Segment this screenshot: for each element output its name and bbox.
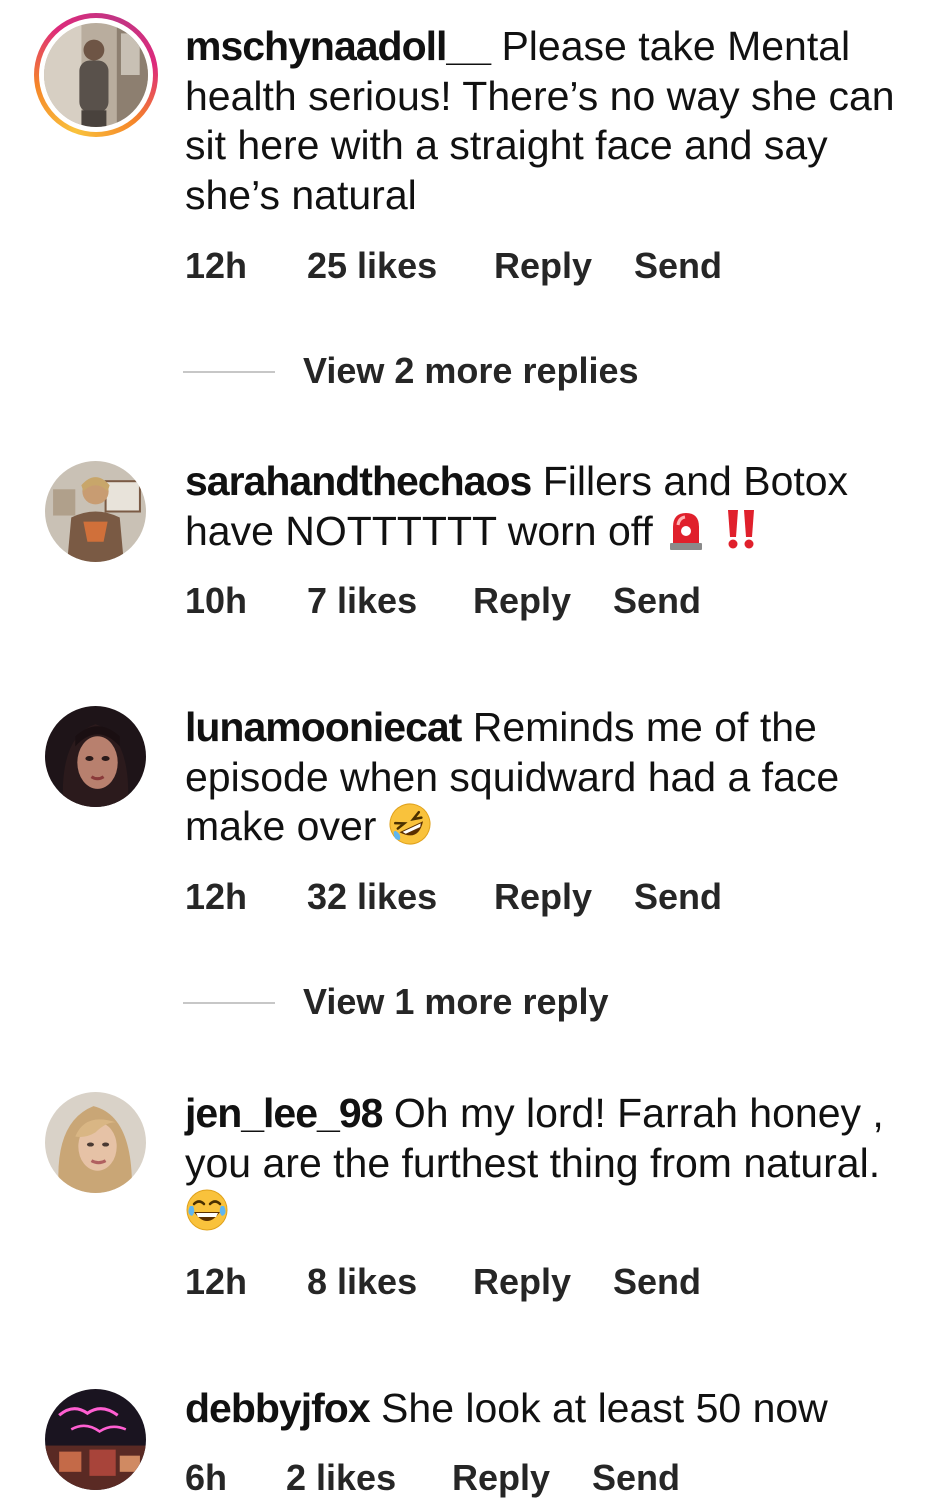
send-button[interactable]: Send [592, 1457, 680, 1499]
comment-username[interactable]: debbyjfox [185, 1385, 371, 1431]
likes-count[interactable]: 7 likes [307, 580, 417, 622]
view-replies-divider [183, 371, 275, 373]
avatar[interactable] [34, 13, 158, 137]
comment-username[interactable]: jen_lee_98 [185, 1090, 383, 1136]
comment-time: 12h [185, 1261, 248, 1302]
avatar-photo-image [45, 1092, 146, 1193]
reply-button[interactable]: Reply [473, 580, 571, 622]
comment-time: 12h [185, 245, 248, 286]
avatar-photo-image [45, 1389, 146, 1490]
likes-count[interactable]: 2 likes [286, 1457, 396, 1499]
comment-text: lunamooniecat Reminds me of the episode … [185, 703, 930, 852]
comment-text: debbyjfox She look at least 50 now [185, 1384, 930, 1434]
view-replies-divider [183, 1002, 275, 1004]
send-button[interactable]: Send [634, 876, 722, 918]
view-replies-label[interactable]: View 2 more replies [303, 350, 639, 392]
comment-time: 10h [185, 580, 248, 621]
comment-username[interactable]: mschynaadoll__ [185, 23, 491, 69]
comment-time: 6h [185, 1457, 228, 1498]
send-button[interactable]: Send [613, 580, 701, 622]
avatar-photo-image [45, 461, 146, 562]
reply-button[interactable]: Reply [473, 1261, 571, 1303]
comment-time: 12h [185, 876, 248, 917]
reply-button[interactable]: Reply [452, 1457, 550, 1499]
likes-count[interactable]: 8 likes [307, 1261, 417, 1303]
comment-text: mschynaadoll__ Please take Mental health… [185, 22, 930, 220]
avatar[interactable] [45, 461, 146, 562]
rolling-laughing-emoji [388, 802, 432, 846]
comment-text: jen_lee_98 Oh my lord! Farrah honey , yo… [185, 1089, 930, 1240]
double-exclamation-emoji [720, 507, 764, 551]
avatar-photo [44, 23, 148, 127]
comment-body: She look at least 50 now [381, 1385, 828, 1431]
reply-button[interactable]: Reply [494, 876, 592, 918]
siren-emoji [664, 507, 708, 551]
likes-count[interactable]: 32 likes [307, 876, 437, 918]
avatar[interactable] [45, 706, 146, 807]
avatar[interactable] [45, 1092, 146, 1193]
tears-of-joy-emoji [185, 1188, 229, 1232]
avatar[interactable] [45, 1389, 146, 1490]
view-replies-label[interactable]: View 1 more reply [303, 981, 609, 1023]
comment-username[interactable]: sarahandthechaos [185, 458, 532, 504]
send-button[interactable]: Send [634, 245, 722, 287]
avatar-photo-image [44, 23, 148, 127]
send-button[interactable]: Send [613, 1261, 701, 1303]
avatar-photo-image [45, 706, 146, 807]
likes-count[interactable]: 25 likes [307, 245, 437, 287]
reply-button[interactable]: Reply [494, 245, 592, 287]
comment-text: sarahandthechaos Fillers and Botox have … [185, 457, 930, 556]
comment-username[interactable]: lunamooniecat [185, 704, 462, 750]
